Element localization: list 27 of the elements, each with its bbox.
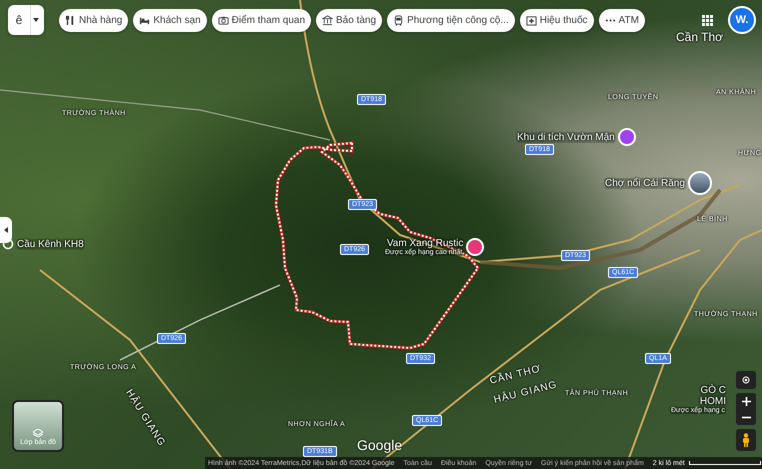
- museum-icon: [322, 14, 334, 26]
- category-chip[interactable]: Bảo tàng: [316, 8, 382, 32]
- place-name[interactable]: Cầu Kênh KH8: [17, 238, 84, 250]
- caret-icon[interactable]: [4, 227, 8, 233]
- pharmacy-icon: [526, 14, 537, 26]
- zoom-in-button[interactable]: [736, 393, 756, 409]
- street-view-button[interactable]: [736, 429, 756, 451]
- collapse-panel-tab[interactable]: [0, 217, 12, 243]
- crosshair-icon: [741, 375, 751, 385]
- map-logo: Google: [357, 437, 402, 453]
- city-label: Cần Thơ: [676, 30, 724, 44]
- category-chip[interactable]: Hiệu thuốc: [520, 8, 594, 32]
- my-location-button[interactable]: [736, 371, 756, 389]
- camera-icon: [218, 14, 229, 26]
- layers-icon: [33, 429, 43, 437]
- person-icon: [742, 433, 750, 447]
- category-chip[interactable]: Khách sạn: [133, 8, 207, 32]
- plus-icon: [742, 396, 750, 406]
- place-name[interactable]: Khu di tích Vườn Mận: [517, 132, 615, 142]
- category-chip[interactable]: Phương tiện công cộ...: [387, 8, 515, 32]
- bus-icon: [393, 14, 404, 26]
- caret-icon[interactable]: [33, 18, 39, 22]
- search-field[interactable]: ê: [8, 5, 44, 35]
- category-chip[interactable]: Nhà hàng: [59, 8, 128, 32]
- fork-knife-icon: [65, 14, 76, 26]
- apps-grid-icon[interactable]: [702, 14, 713, 26]
- category-chip[interactable]: Điểm tham quan: [212, 8, 312, 32]
